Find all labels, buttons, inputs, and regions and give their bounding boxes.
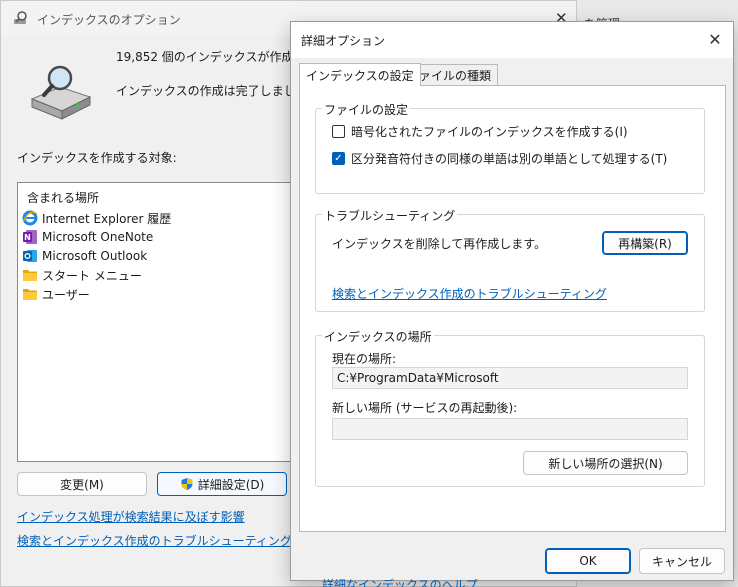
modify-button[interactable]: 変更(M)	[17, 472, 147, 496]
list-item-label: Internet Explorer 履歴	[42, 211, 172, 226]
index-location-title: インデックスの場所	[322, 328, 434, 345]
svg-text:N: N	[24, 233, 31, 242]
main-window-title: インデックスのオプション	[37, 13, 181, 27]
list-item-label: スタート メニュー	[42, 268, 142, 283]
advanced-options-title: 詳細オプション	[301, 34, 386, 48]
rebuild-button[interactable]: 再構築(R)	[602, 231, 688, 255]
troubleshooting-title: トラブルシューティング	[322, 207, 458, 224]
advanced-options-dialog: 詳細オプション ✕ インデックスの設定 ファイルの種類 ファイルの設定 暗号化さ…	[290, 21, 734, 587]
close-icon[interactable]: ✕	[703, 28, 727, 50]
encrypted-files-option[interactable]: 暗号化されたファイルのインデックスを作成する(I)	[332, 123, 628, 140]
included-locations-list[interactable]: 含まれる場所 Internet Explorer 履歴 N Microsoft …	[17, 182, 291, 462]
list-item-label: Microsoft OneNote	[42, 230, 154, 244]
advanced-options-titlebar: 詳細オプション ✕	[291, 22, 733, 58]
troubleshooting-group: トラブルシューティング インデックスを削除して再作成します。 再構築(R) 検索…	[315, 207, 705, 312]
tab-index-settings[interactable]: インデックスの設定	[299, 63, 421, 86]
hard-drive-magnifier-icon	[30, 65, 92, 120]
list-item-users[interactable]: ユーザー	[22, 285, 90, 303]
select-new-location-button[interactable]: 新しい場所の選択(N)	[523, 451, 688, 475]
encrypted-files-checkbox[interactable]	[332, 125, 345, 138]
diacritics-checkbox[interactable]: ✓	[332, 152, 345, 165]
folder-icon	[23, 289, 37, 300]
ok-button[interactable]: OK	[545, 548, 631, 574]
list-item-label: Microsoft Outlook	[42, 249, 148, 263]
encrypted-files-label: 暗号化されたファイルのインデックスを作成する(I)	[351, 125, 628, 139]
diacritics-label: 区分発音符付きの同様の単語は別の単語として処理する(T)	[351, 152, 668, 166]
internet-explorer-icon	[22, 210, 38, 226]
diacritics-option[interactable]: ✓ 区分発音符付きの同様の単語は別の単語として処理する(T)	[332, 150, 667, 167]
indexing-options-icon	[14, 11, 27, 24]
cancel-button[interactable]: キャンセル	[639, 548, 725, 574]
list-item-outlook[interactable]: Microsoft Outlook	[22, 247, 147, 265]
included-locations-header: 含まれる場所	[27, 191, 100, 205]
folder-icon	[23, 270, 37, 281]
current-location-field: C:¥ProgramData¥Microsoft	[332, 367, 688, 389]
list-item-onenote[interactable]: N Microsoft OneNote	[22, 228, 153, 246]
new-location-label: 新しい場所 (サービスの再起動後):	[332, 401, 518, 415]
indexing-help-link[interactable]: 詳細なインデックスのヘルプ	[322, 576, 478, 587]
troubleshoot-link[interactable]: 検索とインデックス作成のトラブルシューティング	[332, 285, 607, 302]
onenote-icon: N	[23, 230, 37, 244]
uac-shield-icon	[181, 478, 193, 490]
current-location-label: 現在の場所:	[332, 352, 397, 366]
list-item-start-menu[interactable]: スタート メニュー	[22, 266, 142, 284]
index-targets-label: インデックスを作成する対象:	[17, 151, 177, 165]
index-settings-panel: ファイルの設定 暗号化されたファイルのインデックスを作成する(I) ✓ 区分発音…	[299, 85, 726, 587]
outlook-icon	[23, 250, 37, 262]
indexing-impact-link[interactable]: インデックス処理が検索結果に及ぼす影響	[17, 508, 245, 525]
advanced-settings-button[interactable]: 詳細設定(D)	[157, 472, 287, 496]
new-location-field	[332, 418, 688, 440]
list-item-internet-explorer[interactable]: Internet Explorer 履歴	[22, 209, 171, 227]
list-item-label: ユーザー	[42, 287, 90, 302]
rebuild-description: インデックスを削除して再作成します。	[332, 237, 547, 251]
troubleshoot-link[interactable]: 検索とインデックス作成のトラブルシューティング	[17, 532, 292, 549]
advanced-settings-label: 詳細設定(D)	[197, 477, 265, 492]
file-settings-group: ファイルの設定 暗号化されたファイルのインデックスを作成する(I) ✓ 区分発音…	[315, 101, 705, 194]
file-settings-title: ファイルの設定	[322, 101, 411, 118]
index-location-group: インデックスの場所 現在の場所: C:¥ProgramData¥Microsof…	[315, 328, 705, 487]
